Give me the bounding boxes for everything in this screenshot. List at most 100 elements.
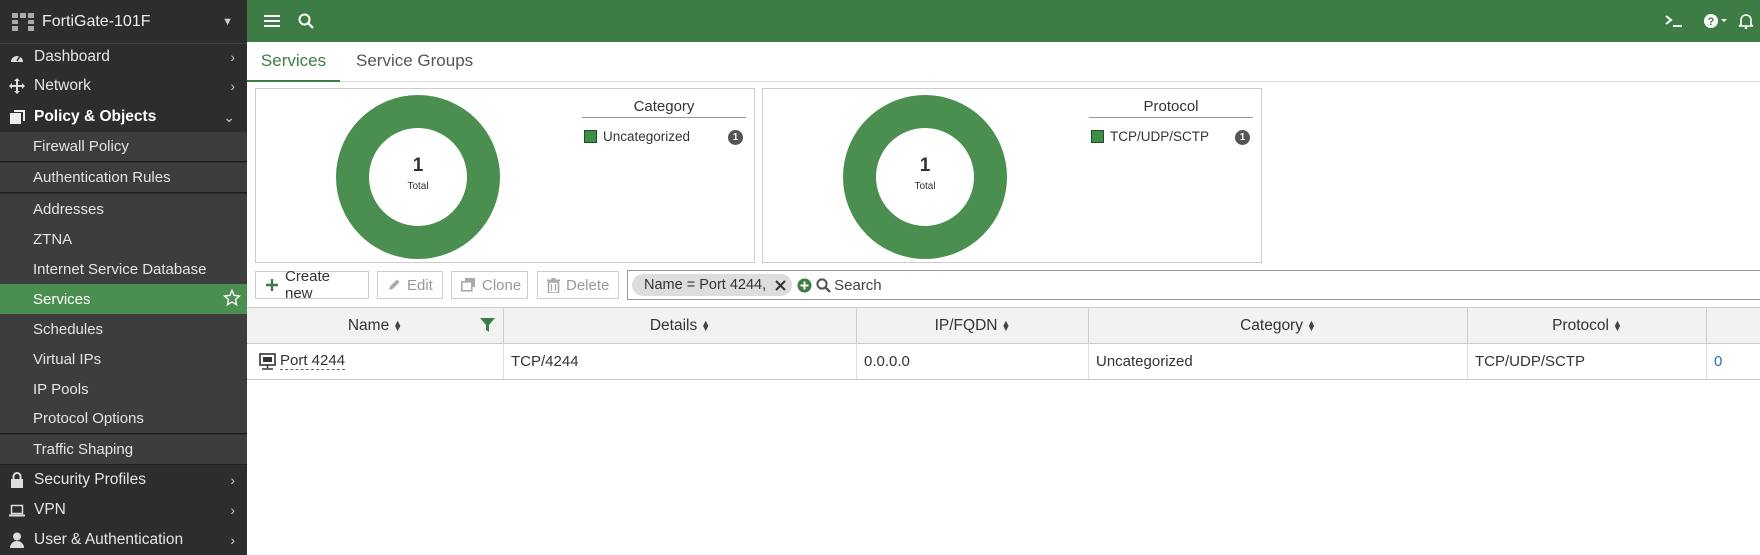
legend-swatch [584, 130, 597, 143]
cli-console-icon[interactable] [1654, 0, 1694, 42]
sidebar: FortiGate-101F ▼ Dashboard › Network › P… [0, 0, 247, 555]
donut-slice-uncategorized [336, 95, 500, 259]
search-icon[interactable] [289, 0, 323, 42]
sidebar-item-addresses[interactable]: Addresses [0, 194, 247, 224]
sort-icon: ▲ ▼ [701, 318, 711, 333]
nav-label: Network [34, 77, 91, 94]
total-count: 1 [412, 155, 424, 176]
search-icon [816, 277, 831, 293]
column-header-details[interactable]: Details ▲ ▼ [504, 308, 857, 344]
device-selector[interactable]: FortiGate-101F ▼ [0, 0, 247, 44]
edit-button[interactable]: Edit [377, 271, 443, 299]
hamburger-menu-icon[interactable] [255, 0, 289, 42]
column-header-category[interactable]: Category ▲ ▼ [1089, 308, 1468, 344]
add-filter-icon[interactable] [797, 278, 812, 293]
legend-label: TCP/UDP/SCTP [1110, 129, 1210, 144]
total-label: Total [914, 181, 936, 192]
sidebar-item-virtual-ips[interactable]: Virtual IPs [0, 344, 247, 374]
legend-swatch [1091, 130, 1104, 143]
sidebar-item-label: Schedules [33, 320, 104, 338]
total-count: 1 [919, 155, 931, 176]
sidebar-item-label: Protocol Options [33, 410, 144, 427]
dashboard-icon [8, 50, 26, 64]
nav-security-profiles[interactable]: Security Profiles › [0, 465, 247, 495]
tab-service-groups[interactable]: Service Groups [356, 42, 473, 82]
caret-down-icon: ▼ [222, 15, 233, 28]
policy-icon [8, 109, 26, 125]
nav-label: Dashboard [34, 48, 110, 65]
tab-services[interactable]: Services [247, 42, 340, 82]
nav-policy-objects[interactable]: Policy & Objects ⌄ [0, 102, 247, 132]
clone-button[interactable]: Clone [451, 271, 528, 299]
sidebar-item-services[interactable]: Services [0, 284, 247, 314]
search-bar[interactable]: Name = Port 4244, Search [627, 270, 1760, 300]
cell-references[interactable]: 0 [1707, 344, 1760, 379]
donut-slice-tcp-udp-sctp [843, 95, 1007, 259]
button-label: Create new [285, 268, 331, 302]
search-input[interactable]: Search [834, 277, 882, 294]
sidebar-item-traffic-shaping[interactable]: Traffic Shaping [0, 435, 247, 465]
table-row[interactable]: Port 4244 TCP/4244 0.0.0.0 Uncategorized… [247, 344, 1760, 380]
category-donut-chart[interactable] [334, 93, 502, 261]
table-header: Name ▲ ▼ Details ▲ ▼ IP/FQDN ▲ ▼ Category ▲… [247, 307, 1760, 344]
plus-icon [265, 278, 279, 292]
filter-funnel-icon[interactable] [480, 318, 495, 333]
nav-network[interactable]: Network › [0, 71, 247, 101]
svg-text:?: ? [1708, 16, 1715, 28]
help-icon[interactable]: ? [1694, 0, 1738, 42]
sidebar-item-label: Virtual IPs [33, 350, 102, 368]
service-name[interactable]: Port 4244 [280, 353, 346, 370]
column-header-ip-fqdn[interactable]: IP/FQDN ▲ ▼ [857, 308, 1089, 344]
sidebar-item-internet-service-database[interactable]: Internet Service Database [0, 254, 247, 284]
fortigate-logo-icon [12, 12, 34, 31]
nav-user-authentication[interactable]: User & Authentication › [0, 525, 247, 555]
sidebar-item-ztna[interactable]: ZTNA [0, 224, 247, 254]
star-icon[interactable] [222, 288, 242, 311]
network-icon [8, 78, 26, 94]
laptop-icon [8, 504, 26, 517]
count-badge: 1 [728, 130, 743, 145]
legend-title: Category [582, 98, 746, 118]
button-label: Clone [482, 276, 522, 294]
sidebar-item-protocol-options[interactable]: Protocol Options [0, 404, 247, 434]
total-label: Total [407, 181, 429, 192]
lock-icon [8, 472, 26, 488]
nav-vpn[interactable]: VPN › [0, 495, 247, 525]
column-header-protocol[interactable]: Protocol ▲ ▼ [1468, 308, 1707, 344]
column-header-name[interactable]: Name ▲ ▼ [247, 308, 504, 344]
protocol-donut-chart[interactable] [841, 93, 1009, 261]
sort-icon: ▲ ▼ [393, 318, 403, 333]
sidebar-item-schedules[interactable]: Schedules [0, 314, 247, 344]
sort-icon: ▲ ▼ [1001, 318, 1011, 333]
column-header-label: Details [649, 317, 698, 334]
filter-chip-label: Name = Port 4244, [644, 277, 767, 293]
sidebar-item-label: Internet Service Database [33, 260, 207, 278]
column-header-label: Protocol [1552, 317, 1609, 334]
service-icon [259, 353, 276, 370]
cell-category: Uncategorized [1089, 344, 1468, 379]
create-new-button[interactable]: Create new [255, 268, 369, 302]
cell-ip-fqdn: 0.0.0.0 [857, 344, 1089, 379]
sidebar-item-authentication-rules[interactable]: Authentication Rules [0, 163, 247, 193]
notification-bell-icon[interactable] [1738, 0, 1760, 42]
clone-icon [461, 278, 476, 292]
top-bar: ? [247, 0, 1760, 42]
sidebar-item-label: Services [33, 290, 91, 308]
cell-name[interactable]: Port 4244 [247, 344, 504, 379]
pencil-icon [387, 278, 401, 292]
legend-item-tcp-udp-sctp[interactable]: TCP/UDP/SCTP [1091, 129, 1209, 144]
device-name: FortiGate-101F [42, 12, 151, 30]
filter-chip[interactable]: Name = Port 4244, [632, 274, 793, 296]
sort-icon: ▲ ▼ [1612, 318, 1622, 333]
sidebar-item-firewall-policy[interactable]: Firewall Policy [0, 132, 247, 162]
tab-bar: Services Service Groups [247, 42, 1760, 82]
protocol-chart-card: 1 Total Protocol TCP/UDP/SCTP 1 [762, 88, 1262, 263]
delete-button[interactable]: Delete [537, 271, 619, 299]
sidebar-item-ip-pools[interactable]: IP Pools [0, 374, 247, 404]
remove-filter-icon[interactable] [775, 279, 786, 291]
legend-item-uncategorized[interactable]: Uncategorized [584, 129, 690, 144]
column-header-label: Name [347, 317, 390, 334]
trash-icon [547, 277, 560, 293]
nav-dashboard[interactable]: Dashboard › [0, 42, 247, 72]
legend-title: Protocol [1089, 98, 1253, 118]
